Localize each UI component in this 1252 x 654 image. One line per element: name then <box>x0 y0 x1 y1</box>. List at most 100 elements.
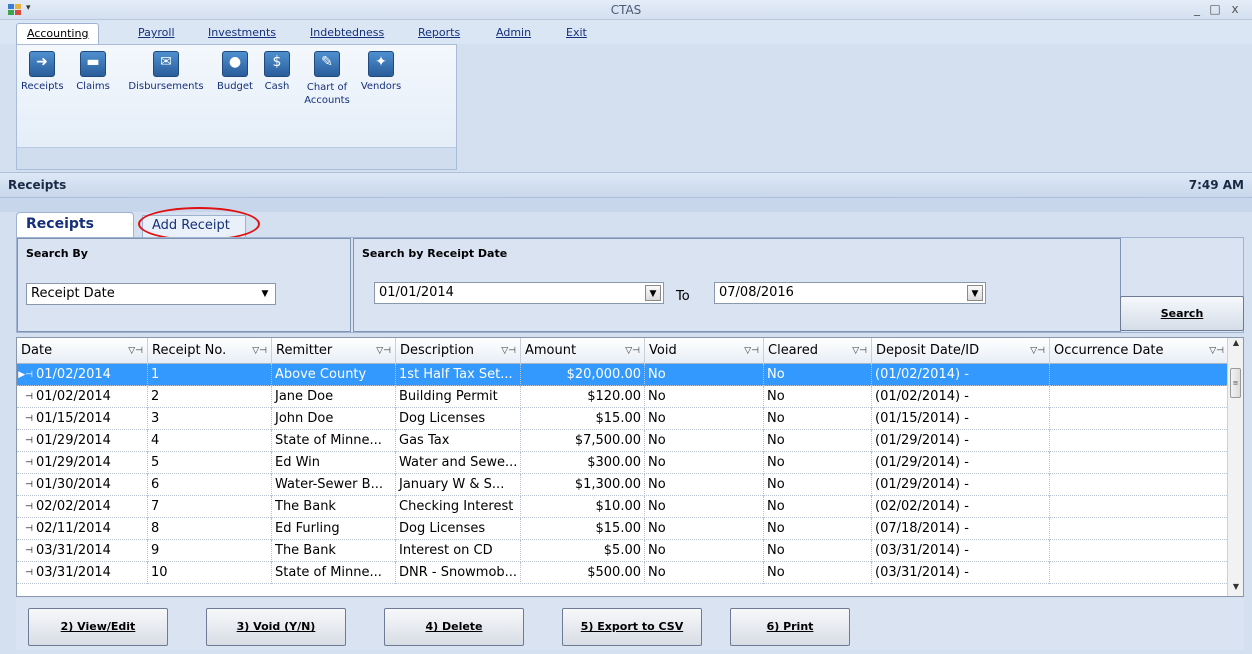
cell-amount[interactable]: $120.00 <box>521 386 645 408</box>
row-pin-icon[interactable]: ⊣ <box>17 386 33 408</box>
cell-description[interactable]: Checking Interest <box>396 496 521 518</box>
cash-button[interactable]: $ Cash <box>261 51 293 92</box>
column-header-cleared[interactable]: Cleared ▽⊣ <box>764 338 872 364</box>
close-button[interactable]: x <box>1228 2 1242 16</box>
cell-remitter[interactable]: State of Minne... <box>272 562 396 584</box>
cell-deposit-date[interactable]: (01/02/2014) - <box>872 386 1050 408</box>
cell-description[interactable]: Water and Sewe... <box>396 452 521 474</box>
cell-date[interactable]: 01/30/2014 <box>33 474 148 496</box>
cell-remitter[interactable]: State of Minne... <box>272 430 396 452</box>
cell-cleared[interactable]: No <box>764 386 872 408</box>
cell-cleared[interactable]: No <box>764 474 872 496</box>
cell-remitter[interactable]: The Bank <box>272 540 396 562</box>
cell-cleared[interactable]: No <box>764 452 872 474</box>
cell-deposit-date[interactable]: (01/02/2014) - <box>872 364 1050 386</box>
cell-cleared[interactable]: No <box>764 430 872 452</box>
current-row-indicator-icon[interactable]: ▶⊣ <box>17 364 33 386</box>
table-row[interactable]: ⊣ 02/11/2014 8 Ed Furling Dog Licenses $15.00… <box>17 518 1229 540</box>
cell-description[interactable]: Gas Tax <box>396 430 521 452</box>
search-by-select[interactable]: Receipt Date ▼ <box>26 283 276 305</box>
export-csv-button[interactable]: 5) Export to CSV <box>562 608 702 646</box>
filter-pin-icon[interactable]: ▽⊣ <box>852 338 867 364</box>
from-date-field[interactable]: 01/01/2014 ▼ <box>374 282 664 304</box>
column-header-void[interactable]: Void ▽⊣ <box>645 338 764 364</box>
cell-receipt-no[interactable]: 7 <box>148 496 272 518</box>
cell-void[interactable]: No <box>645 386 764 408</box>
cell-void[interactable]: No <box>645 452 764 474</box>
minimize-button[interactable]: _ <box>1190 2 1204 16</box>
tab-reports[interactable]: Reports <box>408 23 470 44</box>
cell-date[interactable]: 01/29/2014 <box>33 430 148 452</box>
cell-occurrence-date[interactable] <box>1050 562 1229 584</box>
table-row[interactable]: ⊣ 03/31/2014 9 The Bank Interest on CD $5.00 N… <box>17 540 1229 562</box>
cell-void[interactable]: No <box>645 562 764 584</box>
cell-cleared[interactable]: No <box>764 364 872 386</box>
row-pin-icon[interactable]: ⊣ <box>17 452 33 474</box>
tab-admin[interactable]: Admin <box>486 23 541 44</box>
cell-description[interactable]: Interest on CD <box>396 540 521 562</box>
cell-void[interactable]: No <box>645 518 764 540</box>
filter-pin-icon[interactable]: ▽⊣ <box>1030 338 1045 364</box>
cell-occurrence-date[interactable] <box>1050 408 1229 430</box>
filter-pin-icon[interactable]: ▽⊣ <box>1209 338 1224 364</box>
receipts-button[interactable]: ➜ Receipts <box>21 51 64 92</box>
cell-remitter[interactable]: Ed Furling <box>272 518 396 540</box>
cell-description[interactable]: Dog Licenses <box>396 518 521 540</box>
cell-deposit-date[interactable]: (03/31/2014) - <box>872 562 1050 584</box>
cell-description[interactable]: Dog Licenses <box>396 408 521 430</box>
cell-amount[interactable]: $10.00 <box>521 496 645 518</box>
cell-receipt-no[interactable]: 3 <box>148 408 272 430</box>
cell-description[interactable]: January W & S... <box>396 474 521 496</box>
cell-occurrence-date[interactable] <box>1050 430 1229 452</box>
row-pin-icon[interactable]: ⊣ <box>17 540 33 562</box>
table-row[interactable]: ⊣ 01/02/2014 2 Jane Doe Building Permit $120.… <box>17 386 1229 408</box>
cell-receipt-no[interactable]: 10 <box>148 562 272 584</box>
claims-button[interactable]: ▬ Claims <box>73 51 113 92</box>
filter-pin-icon[interactable]: ▽⊣ <box>501 338 516 364</box>
cell-receipt-no[interactable]: 8 <box>148 518 272 540</box>
row-pin-icon[interactable]: ⊣ <box>17 562 33 584</box>
cell-description[interactable]: Building Permit <box>396 386 521 408</box>
cell-amount[interactable]: $1,300.00 <box>521 474 645 496</box>
filter-pin-icon[interactable]: ▽⊣ <box>376 338 391 364</box>
cell-date[interactable]: 02/11/2014 <box>33 518 148 540</box>
cell-deposit-date[interactable]: (02/02/2014) - <box>872 496 1050 518</box>
row-pin-icon[interactable]: ⊣ <box>17 430 33 452</box>
cell-amount[interactable]: $5.00 <box>521 540 645 562</box>
column-header-remitter[interactable]: Remitter ▽⊣ <box>272 338 396 364</box>
vendors-button[interactable]: ✦ Vendors <box>359 51 403 92</box>
cell-remitter[interactable]: Ed Win <box>272 452 396 474</box>
cell-void[interactable]: No <box>645 430 764 452</box>
to-date-field[interactable]: 07/08/2016 ▼ <box>714 282 986 304</box>
cell-receipt-no[interactable]: 6 <box>148 474 272 496</box>
cell-date[interactable]: 01/02/2014 <box>33 364 148 386</box>
search-button[interactable]: Search <box>1120 296 1244 331</box>
cell-occurrence-date[interactable] <box>1050 496 1229 518</box>
cell-remitter[interactable]: The Bank <box>272 496 396 518</box>
cell-date[interactable]: 01/15/2014 <box>33 408 148 430</box>
cell-occurrence-date[interactable] <box>1050 364 1229 386</box>
table-row[interactable]: ▶⊣ 01/02/2014 1 Above County 1st Half Tax Se… <box>17 364 1229 386</box>
tab-investments[interactable]: Investments <box>198 23 286 44</box>
tab-payroll[interactable]: Payroll <box>128 23 185 44</box>
cell-cleared[interactable]: No <box>764 562 872 584</box>
cell-amount[interactable]: $15.00 <box>521 408 645 430</box>
print-button[interactable]: 6) Print <box>730 608 850 646</box>
cell-occurrence-date[interactable] <box>1050 518 1229 540</box>
table-row[interactable]: ⊣ 03/31/2014 10 State of Minne... DNR - Snow… <box>17 562 1229 584</box>
calendar-dropdown-icon[interactable]: ▼ <box>967 285 983 301</box>
table-row[interactable]: ⊣ 01/29/2014 4 State of Minne... Gas Tax $7,5… <box>17 430 1229 452</box>
chevron-down-icon[interactable]: ▼ <box>257 286 273 302</box>
cell-deposit-date[interactable]: (01/29/2014) - <box>872 430 1050 452</box>
cell-remitter[interactable]: Water-Sewer B... <box>272 474 396 496</box>
cell-occurrence-date[interactable] <box>1050 474 1229 496</box>
cell-receipt-no[interactable]: 9 <box>148 540 272 562</box>
cell-description[interactable]: 1st Half Tax Set... <box>396 364 521 386</box>
cell-cleared[interactable]: No <box>764 408 872 430</box>
cell-remitter[interactable]: Jane Doe <box>272 386 396 408</box>
cell-cleared[interactable]: No <box>764 540 872 562</box>
cell-cleared[interactable]: No <box>764 496 872 518</box>
scroll-thumb[interactable]: ≡ <box>1230 368 1241 398</box>
cell-date[interactable]: 01/02/2014 <box>33 386 148 408</box>
table-row[interactable]: ⊣ 01/29/2014 5 Ed Win Water and Sewe... $300.… <box>17 452 1229 474</box>
